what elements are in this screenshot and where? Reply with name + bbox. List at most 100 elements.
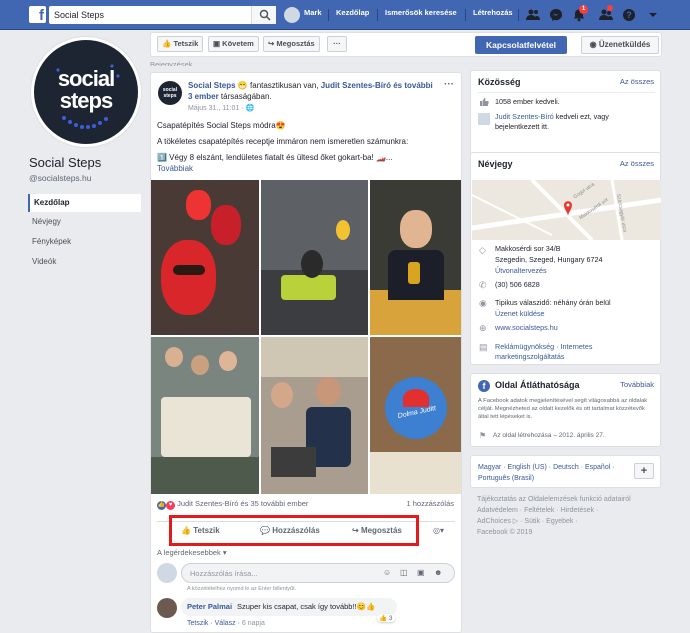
post-author-avatar[interactable]: social steps [158,81,182,105]
post-date-text: Május 31., 11:01 [188,105,240,112]
community-title: Közösség [478,77,521,87]
footer-links-row2[interactable]: AdChoices ▷ · Sütik · Egyebek · [477,516,578,527]
category-link[interactable]: Reklámügynökség · Internetes marketingsz… [495,342,605,362]
community-see-all-link[interactable]: Az összes [620,77,654,86]
avatar-selector-icon: ◎ [433,526,440,535]
address-line2: Szegedin, Szeged, Hungary 6724 [495,255,603,264]
emoji-icon[interactable]: ☺ [383,568,391,577]
camera-icon[interactable]: ◫ [400,568,408,577]
tagged-person-link[interactable]: Judit Szentes-Bíró és [321,81,402,90]
friend-link[interactable]: Judit Szentes-Bíró [495,112,554,121]
user-avatar[interactable] [284,7,300,23]
reactions-text: Judit Szentes-Bíró és 35 további ember [177,499,309,508]
message-button-label: Üzenetküldés [598,40,651,49]
phone-number[interactable]: (30) 506 6828 [495,280,540,290]
comment-input-box[interactable]: Hozzászólás írása... ☺ ◫ ▣ ☻ [181,563,455,583]
search-button[interactable] [251,6,276,24]
about-see-all-link[interactable]: Az összes [620,159,654,168]
directions-link[interactable]: Útvonaltervezés [495,266,547,276]
website-link[interactable]: www.socialsteps.hu [495,323,558,333]
sticker-icon[interactable]: ☻ [434,568,442,577]
comment-reactions[interactable]: 👍 3 [377,614,395,622]
contact-button[interactable]: Kapcsolatfelvétel [475,36,567,54]
left-nav-videos[interactable]: Videók [28,253,141,271]
footer-insights-link[interactable]: Tájékoztatás az Oldalelemzések funkció a… [477,494,631,505]
photo-birthday-cake[interactable]: Dolma Juditt [370,337,461,494]
directions-icon: ◇ [479,245,486,255]
globe-icon: ⊕ [479,323,487,333]
nav-divider [518,9,519,21]
gif-icon[interactable]: ▣ [417,568,425,577]
page-more-button[interactable]: ··· [327,36,347,52]
nav-home[interactable]: Kezdőlap [336,8,369,17]
posts-section-label: Bejegyzések [150,60,193,66]
about-card: Névjegy Az összes Makkosérdi sor Gogol u… [470,152,661,365]
left-nav-about[interactable]: Névjegy [28,213,141,231]
comment-sort-dropdown[interactable]: A legérdekesebbek ▾ [157,548,227,557]
location-map[interactable]: Makkosérdi sor Gogol utca Szárcsagyár ut… [472,180,661,240]
language-list[interactable]: Magyar · English (US) · Deutsch · Españo… [478,462,626,484]
messenger-icon[interactable] [549,8,563,22]
page-like-button[interactable]: 👍 Tetszik [157,36,204,52]
add-language-button[interactable]: + [634,463,654,479]
message-button[interactable]: ◉ Üzenetküldés [581,36,659,54]
photo-team-table[interactable] [151,337,259,494]
facebook-circle-icon: f [478,380,490,392]
nav-profile-name[interactable]: Mark [304,8,322,17]
logo-text-steps: steps [59,88,113,113]
feeling-emoji-icon: 😁 [237,81,248,90]
facebook-logo-icon[interactable]: f [29,6,46,23]
page-handle[interactable]: @socialsteps.hu [29,173,92,183]
post-as-selector[interactable]: ◎▾ [433,526,444,535]
footer-copyright: Facebook © 2019 [477,529,533,536]
post-options-icon[interactable]: ··· [444,79,454,90]
search-icon [259,9,271,21]
nav-divider [377,9,378,21]
post-reactions-summary[interactable]: 👍 ♥ Judit Szentes-Bíró és 35 további embe… [157,499,308,510]
nav-divider [328,9,329,21]
footer-links-row1[interactable]: Adatvédelem · Feltételek · Hirdetések · [477,505,598,516]
page-share-button[interactable]: ↪ Megosztás [263,36,320,52]
notification-badge: 1 [579,5,588,14]
nav-find-friends[interactable]: Ismerősök keresése [385,8,457,17]
post-date[interactable]: Május 31., 11:01 · 🌐 [188,104,254,112]
page-follow-button[interactable]: ▣ Követem [208,36,259,52]
photo-team-laptop[interactable] [261,337,368,494]
response-time: Tipikus válaszidő: néhány órán belül [495,298,611,307]
account-menu-chevron-icon[interactable] [646,8,660,22]
photo-trophy[interactable] [370,180,461,335]
comment-age[interactable]: 6 napja [242,620,265,627]
comment-reply-link[interactable]: Válasz [215,620,236,627]
search-input[interactable] [49,6,249,24]
commenter-name[interactable]: Peter Palmai [187,602,232,611]
left-nav-photos[interactable]: Fényképek [28,233,141,251]
search-box[interactable] [49,6,276,24]
post-see-more-link[interactable]: Továbbiak [157,164,193,173]
photo-gokart-helmets[interactable] [151,180,259,335]
community-friend-row: Judit Szentes-Bíró kedveli ezt, vagy bej… [495,112,655,132]
page-profile-picture[interactable]: social steps [30,36,142,148]
messenger-icon: ◉ [479,298,487,308]
post-text-line3: 1️⃣ Végy 8 elszánt, lendületes fiatalt é… [157,153,393,162]
post-author-link[interactable]: Social Steps [188,81,236,90]
left-nav-home[interactable]: Kezdőlap [28,194,141,212]
transparency-title: Oldal Átláthatósága [495,380,580,390]
page-follow-label: Követem [222,39,254,48]
friend-requests-icon[interactable] [526,8,540,22]
divider [478,92,655,93]
comment-text: Szuper kis csapat, csak így tovább!!😊👍 [237,602,376,611]
send-message-link[interactable]: Üzenet küldése [495,309,545,319]
commenter-avatar[interactable] [157,598,177,618]
page-like-label: Tetszik [173,39,199,48]
photo-gokart-track[interactable] [261,180,368,335]
nav-create[interactable]: Létrehozás [473,8,513,17]
avatar-logo-line2: steps [163,93,177,99]
transparency-more-link[interactable]: Továbbiak [620,380,654,389]
comment-reacts-count: 3 [388,615,393,622]
friend-avatar[interactable] [478,113,490,125]
comment-like-link[interactable]: Tetszik [187,620,208,627]
help-icon[interactable]: ? [622,8,636,22]
likes-thumb-icon [479,97,489,107]
page-name[interactable]: Social Steps [29,155,101,170]
comments-count[interactable]: 1 hozzászólás [406,499,454,508]
